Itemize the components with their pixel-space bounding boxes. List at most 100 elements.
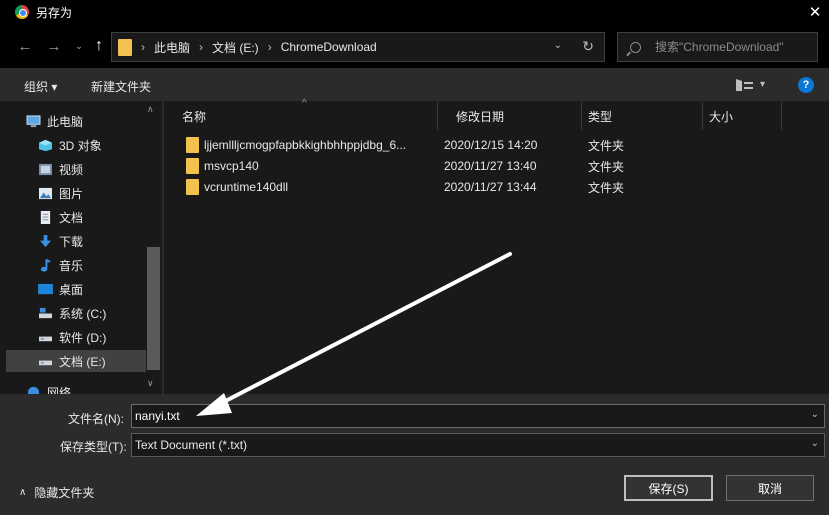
file-type: 文件夹: [588, 180, 625, 195]
drive-c-icon: [39, 307, 52, 318]
back-button[interactable]: ←: [15, 36, 35, 56]
cancel-button[interactable]: 取消: [726, 475, 814, 501]
view-options-icon[interactable]: [736, 79, 753, 91]
sidebar-item-label: 图片: [59, 186, 84, 201]
column-header-date[interactable]: 修改日期: [438, 102, 582, 130]
help-icon[interactable]: ?: [798, 77, 814, 93]
column-header-label: 类型: [588, 109, 613, 124]
toolbar: 组织 ▾ 新建文件夹 ▾ ?: [0, 68, 829, 102]
folder-icon: [186, 179, 199, 195]
column-header-size[interactable]: 大小: [703, 102, 782, 130]
address-dropdown-button[interactable]: ⌄: [554, 40, 562, 51]
new-folder-button[interactable]: 新建文件夹: [91, 78, 151, 95]
sidebar-item-network[interactable]: 网络: [26, 381, 162, 394]
hide-folders-toggle[interactable]: ∧ 隐藏文件夹: [19, 484, 94, 501]
sidebar-item-drive-e[interactable]: 文档 (E:): [6, 350, 146, 372]
file-date: 2020/11/27 13:44: [444, 180, 537, 194]
sidebar-item-label: 桌面: [59, 282, 84, 297]
sidebar-item-3d-objects[interactable]: 3D 对象: [38, 134, 162, 156]
sidebar-item-label: 网络: [47, 385, 72, 395]
filetype-select[interactable]: Text Document (*.txt) ⌄: [131, 433, 825, 457]
window-title: 另存为: [36, 5, 73, 20]
sidebar-item-label: 此电脑: [47, 114, 84, 129]
chevron-right-icon[interactable]: ›: [141, 40, 145, 54]
sidebar-item-label: 软件 (D:): [59, 330, 107, 345]
filename-field[interactable]: ⌄: [131, 404, 825, 428]
column-header-label: 大小: [709, 109, 734, 124]
save-button[interactable]: 保存(S): [624, 475, 713, 501]
file-row[interactable]: ljjemllljcmogpfapbkkighbhhppjdbg_6... 20…: [184, 135, 804, 155]
sidebar-item-this-pc[interactable]: 此电脑: [26, 110, 162, 132]
sidebar-item-label: 下载: [59, 234, 84, 249]
organize-menu[interactable]: 组织 ▾: [24, 78, 57, 95]
chevron-up-icon: ∧: [19, 487, 27, 498]
column-header-type[interactable]: 类型: [582, 102, 703, 130]
sidebar-item-videos[interactable]: 视频: [38, 158, 162, 180]
hide-folders-label: 隐藏文件夹: [34, 486, 95, 500]
file-name: ljjemllljcmogpfapbkkighbhhppjdbg_6...: [204, 138, 407, 152]
search-box[interactable]: [617, 32, 818, 62]
sidebar-item-drive-c[interactable]: 系统 (C:): [38, 302, 162, 324]
desktop-icon: [38, 283, 53, 294]
sidebar-item-documents[interactable]: 文档: [38, 206, 162, 228]
sidebar-item-downloads[interactable]: 下载: [38, 230, 162, 252]
pictures-icon: [39, 187, 52, 199]
network-icon: [27, 386, 40, 394]
title-bar: 另存为 ✕: [0, 0, 829, 24]
documents-icon: [40, 210, 51, 224]
close-button[interactable]: ✕: [801, 0, 829, 24]
up-button[interactable]: ↑: [89, 36, 109, 56]
address-row: ← → ⌄ ↑ › 此电脑 › 文档 (E:) › ChromeDownload…: [0, 24, 829, 68]
sidebar-item-label: 文档 (E:): [59, 354, 106, 369]
filename-input[interactable]: [135, 409, 795, 423]
save-form: 文件名(N): ⌄ 保存类型(T): Text Document (*.txt)…: [0, 394, 829, 515]
column-header-label: 修改日期: [456, 109, 505, 124]
folder-icon: [186, 158, 199, 174]
drive-e-icon: [39, 360, 52, 365]
breadcrumb-chromedownload[interactable]: ChromeDownload: [281, 40, 377, 54]
filetype-label: 保存类型(T):: [60, 440, 127, 454]
sidebar-item-label: 文档: [59, 210, 84, 225]
search-input[interactable]: [655, 40, 815, 54]
chevron-down-icon[interactable]: ⌄: [811, 409, 819, 420]
file-row[interactable]: vcruntime140dll 2020/11/27 13:44 文件夹: [184, 177, 804, 197]
chevron-down-icon[interactable]: ⌄: [811, 438, 819, 449]
column-header-name[interactable]: 名称 ^: [164, 98, 438, 130]
drive-d-icon: [39, 336, 52, 341]
videos-icon: [39, 163, 52, 175]
downloads-icon: [39, 234, 52, 247]
navigation-pane: 此电脑 3D 对象 视频 图片 文档 下载 音乐 桌面 系统 (C:) 软件 (…: [0, 102, 162, 394]
scrollbar-thumb[interactable]: [147, 247, 160, 370]
filename-label: 文件名(N):: [68, 412, 124, 426]
file-type: 文件夹: [588, 159, 625, 174]
recent-locations-button[interactable]: ⌄: [69, 36, 89, 56]
forward-button[interactable]: →: [44, 36, 64, 56]
folder-icon: [118, 38, 132, 56]
sidebar-item-drive-d[interactable]: 软件 (D:): [38, 326, 162, 348]
music-icon: [40, 258, 52, 272]
file-row[interactable]: msvcp140 2020/11/27 13:40 文件夹: [184, 156, 804, 176]
folder-icon: [186, 137, 199, 153]
column-header-label: 名称: [182, 109, 207, 124]
chevron-right-icon[interactable]: ›: [268, 40, 272, 54]
file-name: msvcp140: [204, 159, 259, 173]
search-icon: [630, 41, 641, 53]
breadcrumb-this-pc[interactable]: 此电脑: [154, 39, 190, 56]
breadcrumb-drive-e[interactable]: 文档 (E:): [212, 39, 259, 56]
sidebar-item-music[interactable]: 音乐: [38, 254, 162, 276]
filetype-value: Text Document (*.txt): [135, 438, 248, 452]
address-bar[interactable]: › 此电脑 › 文档 (E:) › ChromeDownload ⌄ ↻: [111, 32, 605, 62]
sidebar-item-pictures[interactable]: 图片: [38, 182, 162, 204]
sidebar-item-label: 音乐: [59, 258, 84, 273]
file-date: 2020/12/15 14:20: [444, 138, 538, 152]
sort-ascending-icon: ^: [302, 98, 307, 109]
scroll-up-button[interactable]: ∧: [147, 104, 154, 115]
scroll-down-button[interactable]: ∨: [147, 378, 154, 389]
chevron-right-icon[interactable]: ›: [199, 40, 203, 54]
refresh-button[interactable]: ↻: [582, 38, 594, 55]
view-dropdown-button[interactable]: ▾: [760, 79, 765, 90]
sidebar-item-desktop[interactable]: 桌面: [38, 278, 162, 300]
sidebar-item-label: 视频: [59, 162, 84, 177]
sidebar-item-label: 3D 对象: [59, 138, 102, 153]
file-list: 名称 ^ 修改日期 类型 大小 ljjemllljcmogpfapbkkighb…: [164, 98, 829, 394]
